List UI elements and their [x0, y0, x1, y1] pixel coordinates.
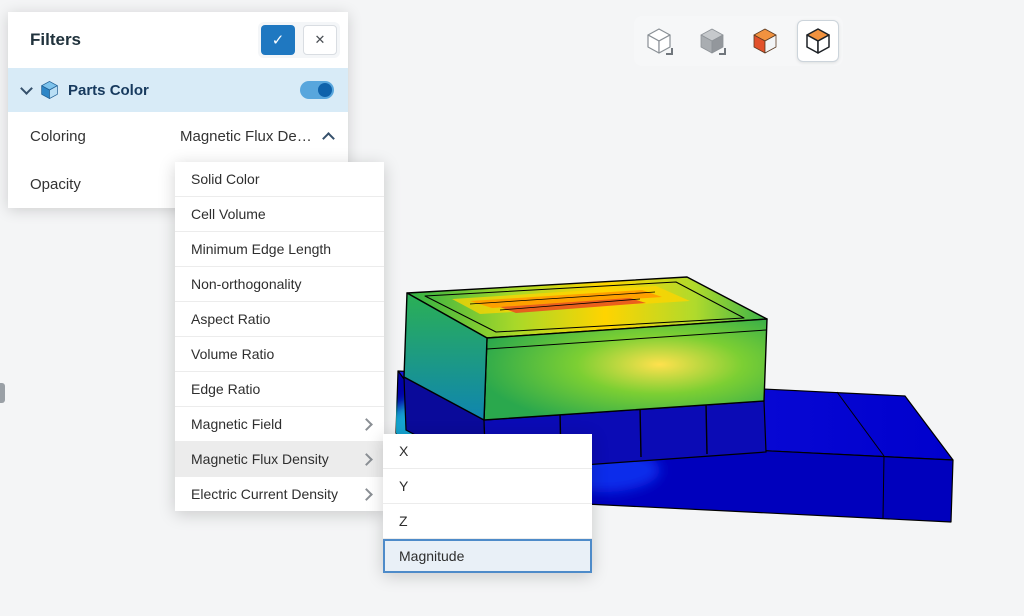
check-icon: ✓ — [272, 31, 285, 49]
menu-item-solid-color[interactable]: Solid Color — [175, 162, 384, 197]
menu-item-magnetic-field[interactable]: Magnetic Field — [175, 407, 384, 442]
menu-item-aspect-ratio[interactable]: Aspect Ratio — [175, 302, 384, 337]
parts-color-toggle[interactable] — [300, 81, 334, 99]
filters-header: Filters ✓ ✕ — [8, 12, 348, 68]
solid-gray-view-button[interactable] — [691, 20, 733, 62]
dropdown-corner-icon — [719, 48, 726, 55]
menu-item-label: Magnetic Field — [191, 416, 282, 432]
chevron-right-icon — [360, 418, 373, 431]
field-color-view-button[interactable] — [797, 20, 839, 62]
dropdown-corner-icon — [666, 48, 673, 55]
wireframe-view-button[interactable] — [638, 20, 680, 62]
parts-color-section[interactable]: Parts Color — [8, 68, 348, 112]
chevron-down-icon — [20, 82, 33, 95]
section-label: Parts Color — [68, 82, 291, 99]
view-toolbar — [634, 16, 843, 66]
toggle-knob — [318, 83, 332, 97]
colored-cube-icon — [752, 27, 778, 55]
coloring-value: Magnetic Flux De… — [180, 128, 312, 145]
menu-item-non-orthogonality[interactable]: Non-orthogonality — [175, 267, 384, 302]
apply-button[interactable]: ✓ — [261, 25, 295, 55]
opacity-label: Opacity — [30, 176, 180, 193]
parts-color-icon — [40, 80, 59, 100]
component-menu: X Y Z Magnitude — [383, 434, 592, 573]
chevron-right-icon — [360, 488, 373, 501]
menu-item-minimum-edge-length[interactable]: Minimum Edge Length — [175, 232, 384, 267]
submenu-item-x[interactable]: X — [383, 434, 592, 469]
panel-title: Filters — [30, 30, 258, 50]
solid-color-view-button[interactable] — [744, 20, 786, 62]
coloring-menu: Solid Color Cell Volume Minimum Edge Len… — [175, 162, 384, 511]
menu-item-label: Electric Current Density — [191, 486, 338, 502]
coloring-label: Coloring — [30, 128, 180, 145]
field-cube-icon — [805, 27, 831, 55]
header-button-group: ✓ ✕ — [258, 22, 340, 58]
submenu-item-y[interactable]: Y — [383, 469, 592, 504]
menu-item-label: Magnetic Flux Density — [191, 451, 329, 467]
submenu-item-magnitude[interactable]: Magnitude — [383, 539, 592, 573]
menu-item-edge-ratio[interactable]: Edge Ratio — [175, 372, 384, 407]
core-box — [404, 277, 767, 420]
chevron-up-icon — [322, 132, 335, 145]
menu-item-electric-current-density[interactable]: Electric Current Density — [175, 477, 384, 511]
close-icon: ✕ — [315, 32, 326, 48]
coloring-value-dropdown[interactable]: Magnetic Flux De… — [180, 128, 333, 145]
submenu-item-z[interactable]: Z — [383, 504, 592, 539]
menu-item-magnetic-flux-density[interactable]: Magnetic Flux Density — [175, 442, 384, 477]
left-panel-handle[interactable] — [0, 383, 5, 403]
close-button[interactable]: ✕ — [303, 25, 337, 55]
coloring-row: Coloring Magnetic Flux De… — [8, 112, 348, 160]
menu-item-cell-volume[interactable]: Cell Volume — [175, 197, 384, 232]
menu-item-volume-ratio[interactable]: Volume Ratio — [175, 337, 384, 372]
chevron-right-icon — [360, 453, 373, 466]
